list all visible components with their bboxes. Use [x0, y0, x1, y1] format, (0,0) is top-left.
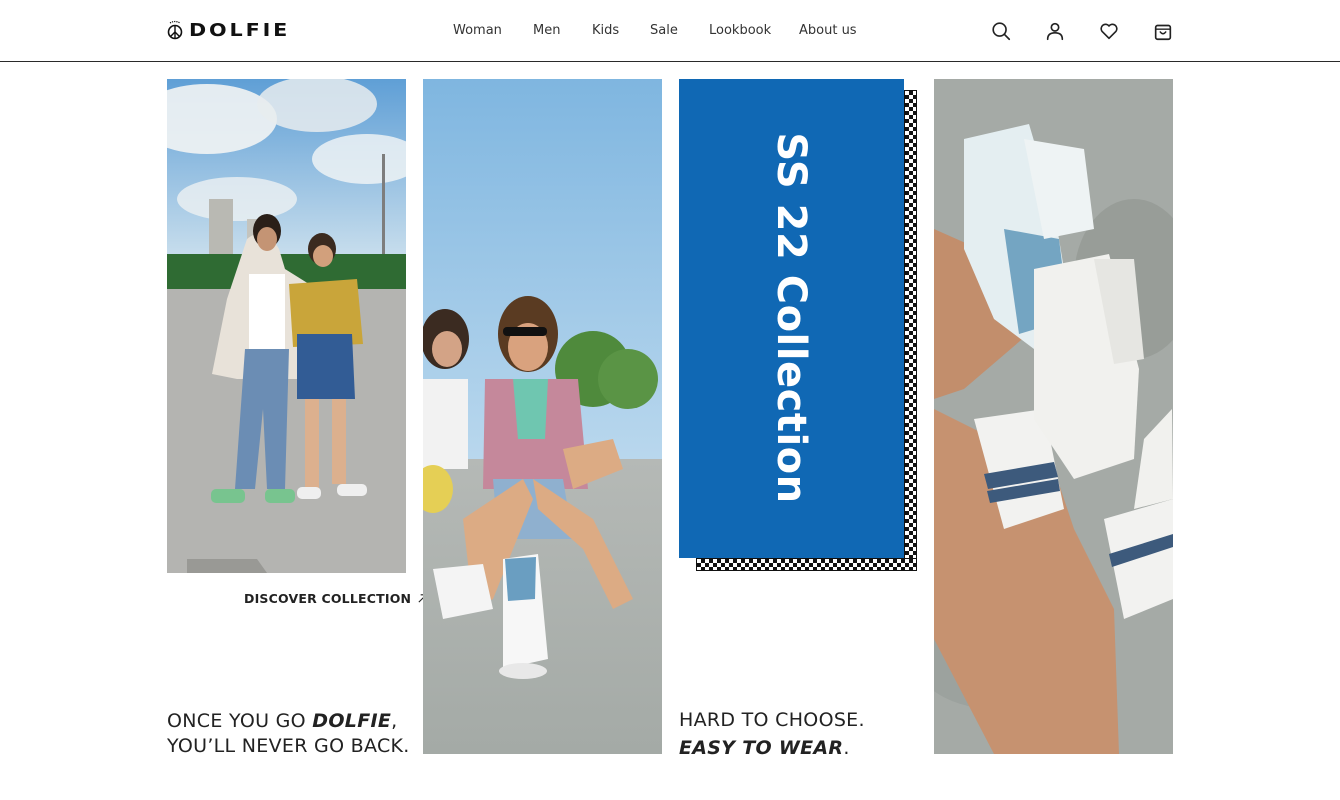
- heart-icon[interactable]: [1098, 20, 1120, 42]
- account-icon[interactable]: [1044, 20, 1066, 42]
- nav-item-about-us[interactable]: About us: [799, 23, 857, 38]
- lookbook-photo-1[interactable]: [167, 79, 406, 573]
- slogan-hard-to-choose: HARD TO CHOOSE. EASY TO WEAR.: [679, 706, 865, 762]
- checker-border-horizontal: [696, 558, 917, 571]
- slogan-1-post: ,: [391, 710, 398, 732]
- search-icon[interactable]: [990, 20, 1012, 42]
- nav-item-lookbook[interactable]: Lookbook: [709, 23, 771, 38]
- lookbook-photo-3[interactable]: [934, 79, 1173, 754]
- nav-item-sale[interactable]: Sale: [650, 23, 678, 38]
- slogan-once-you-go: ONCE YOU GO DOLFIE, YOU’LL NEVER GO BACK…: [167, 709, 410, 759]
- nav-item-woman[interactable]: Woman: [453, 23, 502, 38]
- photo-sneakers-closeup: [934, 79, 1173, 754]
- slogan-1-brand: DOLFIE: [312, 710, 392, 732]
- lookbook-photo-2[interactable]: [423, 79, 662, 754]
- photo-girl-sitting: [423, 79, 662, 754]
- site-header: DOLFIE Woman Men Kids Sale Lookbook Abou…: [0, 0, 1340, 62]
- nav-item-men[interactable]: Men: [533, 23, 560, 38]
- slogan-2-emph: EASY TO WEAR: [679, 737, 844, 759]
- discover-collection-label: DISCOVER COLLECTION: [244, 591, 412, 606]
- slogan-2-post: .: [843, 737, 850, 759]
- slogan-1-line2: YOU’LL NEVER GO BACK.: [167, 735, 410, 757]
- nav-item-kids[interactable]: Kids: [592, 23, 619, 38]
- bag-icon[interactable]: [1152, 20, 1174, 42]
- slogan-2-line1: HARD TO CHOOSE.: [679, 709, 865, 731]
- slogan-1-pre: ONCE YOU GO: [167, 710, 313, 732]
- discover-collection-link[interactable]: DISCOVER COLLECTION: [244, 591, 428, 606]
- photo-women-parking: [167, 79, 406, 573]
- header-actions: [990, 20, 1174, 42]
- collection-title: SS 22 Collection: [768, 132, 814, 504]
- checker-border-vertical: [904, 90, 917, 570]
